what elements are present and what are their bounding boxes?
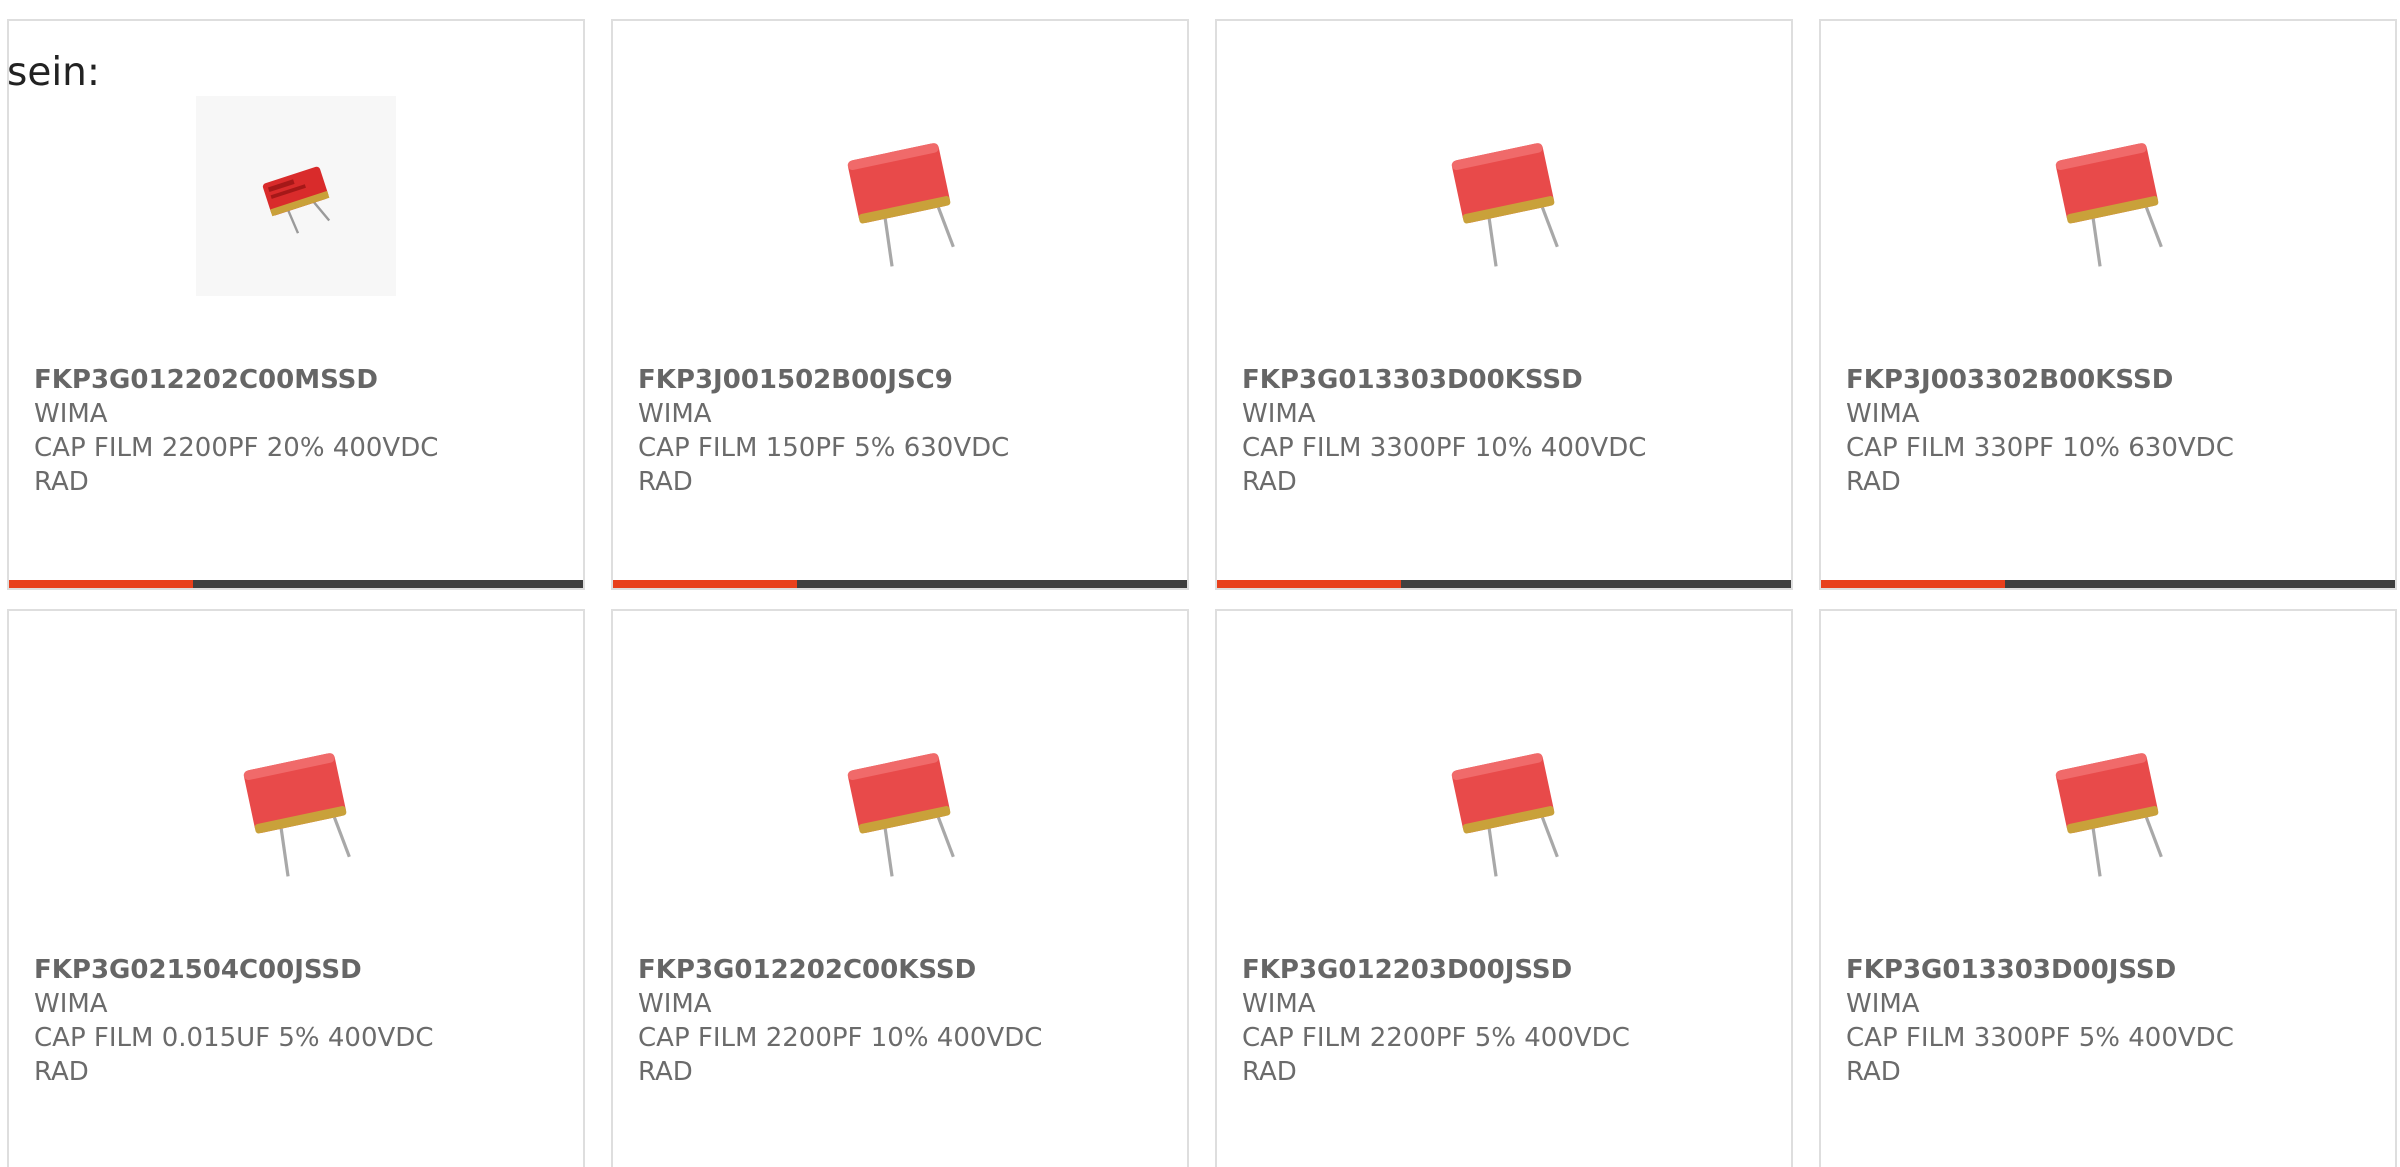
product-card[interactable]: FKP3J003302B00KSSD WIMA CAP FILM 330PF 1… bbox=[1819, 19, 2397, 590]
product-thumbnail[interactable] bbox=[1217, 81, 1791, 311]
product-description: CAP FILM 330PF 10% 630VDC RAD bbox=[1846, 433, 2234, 497]
manufacturer: WIMA bbox=[34, 989, 108, 1019]
capacitor-image bbox=[847, 753, 955, 877]
progress-bar bbox=[1821, 580, 2395, 588]
capacitor-image bbox=[2055, 753, 2163, 877]
progress-fill bbox=[613, 580, 797, 588]
product-info: FKP3G013303D00JSSD WIMA CAP FILM 3300PF … bbox=[1846, 953, 2375, 1089]
manufacturer: WIMA bbox=[1846, 399, 1920, 429]
product-info: FKP3G012203D00JSSD WIMA CAP FILM 2200PF … bbox=[1242, 953, 1771, 1089]
capacitor-image bbox=[1451, 143, 1559, 267]
product-thumbnail[interactable] bbox=[613, 691, 1187, 921]
part-number-link[interactable]: FKP3G012202C00MSSD bbox=[34, 363, 563, 397]
product-thumbnail[interactable] bbox=[9, 81, 583, 311]
product-grid-page: sein: FKP3G012202C00MSSD WIMA CAP FILM 2… bbox=[0, 0, 2400, 1167]
part-number-link[interactable]: FKP3J003302B00KSSD bbox=[1846, 363, 2375, 397]
manufacturer: WIMA bbox=[638, 399, 712, 429]
product-info: FKP3J003302B00KSSD WIMA CAP FILM 330PF 1… bbox=[1846, 363, 2375, 499]
product-card[interactable]: FKP3G013303D00JSSD WIMA CAP FILM 3300PF … bbox=[1819, 609, 2397, 1167]
progress-bar bbox=[613, 580, 1187, 588]
product-description: CAP FILM 150PF 5% 630VDC RAD bbox=[638, 433, 1010, 497]
product-description: CAP FILM 3300PF 5% 400VDC RAD bbox=[1846, 1023, 2234, 1087]
product-info: FKP3G012202C00MSSD WIMA CAP FILM 2200PF … bbox=[34, 363, 563, 499]
product-info: FKP3J001502B00JSC9 WIMA CAP FILM 150PF 5… bbox=[638, 363, 1167, 499]
progress-fill bbox=[1217, 580, 1401, 588]
product-card[interactable]: FKP3G012203D00JSSD WIMA CAP FILM 2200PF … bbox=[1215, 609, 1793, 1167]
product-thumbnail[interactable] bbox=[1217, 691, 1791, 921]
product-thumbnail[interactable] bbox=[1821, 81, 2395, 311]
product-description: CAP FILM 2200PF 20% 400VDC RAD bbox=[34, 433, 439, 497]
product-description: CAP FILM 3300PF 10% 400VDC RAD bbox=[1242, 433, 1647, 497]
capacitor-image bbox=[847, 143, 955, 267]
product-card[interactable]: FKP3G012202C00MSSD WIMA CAP FILM 2200PF … bbox=[7, 19, 585, 590]
product-card[interactable]: FKP3G012202C00KSSD WIMA CAP FILM 2200PF … bbox=[611, 609, 1189, 1167]
part-number-link[interactable]: FKP3G012203D00JSSD bbox=[1242, 953, 1771, 987]
product-thumbnail[interactable] bbox=[613, 81, 1187, 311]
part-number-link[interactable]: FKP3G012202C00KSSD bbox=[638, 953, 1167, 987]
product-info: FKP3G021504C00JSSD WIMA CAP FILM 0.015UF… bbox=[34, 953, 563, 1089]
manufacturer: WIMA bbox=[1242, 989, 1316, 1019]
product-card[interactable]: FKP3G021504C00JSSD WIMA CAP FILM 0.015UF… bbox=[7, 609, 585, 1167]
product-card[interactable]: FKP3G013303D00KSSD WIMA CAP FILM 3300PF … bbox=[1215, 19, 1793, 590]
manufacturer: WIMA bbox=[1846, 989, 1920, 1019]
manufacturer: WIMA bbox=[34, 399, 108, 429]
product-description: CAP FILM 2200PF 10% 400VDC RAD bbox=[638, 1023, 1043, 1087]
product-description: CAP FILM 2200PF 5% 400VDC RAD bbox=[1242, 1023, 1630, 1087]
product-info: FKP3G012202C00KSSD WIMA CAP FILM 2200PF … bbox=[638, 953, 1167, 1089]
capacitor-image bbox=[243, 753, 351, 877]
part-number-link[interactable]: FKP3G021504C00JSSD bbox=[34, 953, 563, 987]
capacitor-image bbox=[262, 166, 331, 234]
progress-bar bbox=[1217, 580, 1791, 588]
part-number-link[interactable]: FKP3G013303D00JSSD bbox=[1846, 953, 2375, 987]
capacitor-image bbox=[2055, 143, 2163, 267]
capacitor-image bbox=[1451, 753, 1559, 877]
product-thumbnail[interactable] bbox=[9, 691, 583, 921]
intro-text: sein: bbox=[7, 50, 101, 95]
product-thumbnail[interactable] bbox=[1821, 691, 2395, 921]
product-description: CAP FILM 0.015UF 5% 400VDC RAD bbox=[34, 1023, 434, 1087]
product-info: FKP3G013303D00KSSD WIMA CAP FILM 3300PF … bbox=[1242, 363, 1771, 499]
manufacturer: WIMA bbox=[1242, 399, 1316, 429]
progress-fill bbox=[9, 580, 193, 588]
progress-fill bbox=[1821, 580, 2005, 588]
progress-bar bbox=[9, 580, 583, 588]
manufacturer: WIMA bbox=[638, 989, 712, 1019]
product-card[interactable]: FKP3J001502B00JSC9 WIMA CAP FILM 150PF 5… bbox=[611, 19, 1189, 590]
part-number-link[interactable]: FKP3J001502B00JSC9 bbox=[638, 363, 1167, 397]
part-number-link[interactable]: FKP3G013303D00KSSD bbox=[1242, 363, 1771, 397]
